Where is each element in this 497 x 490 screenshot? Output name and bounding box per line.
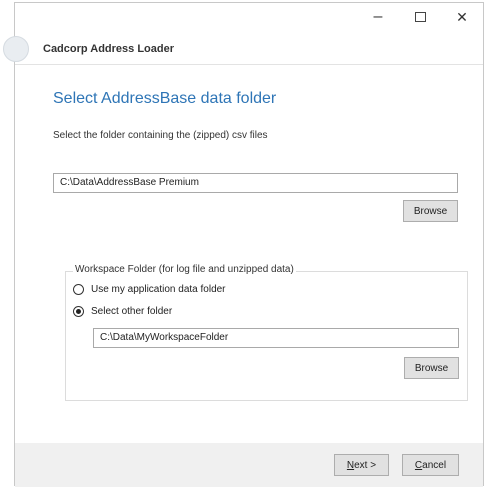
page-title: Select AddressBase data folder [53, 90, 277, 107]
dialog-window: – ✕ Cadcorp Address Loader Select Addres… [3, 2, 484, 487]
browse-data-folder-button[interactable]: Browse [403, 200, 458, 222]
app-logo-icon [3, 36, 29, 62]
cancel-mnemonic: C [414, 459, 423, 471]
radio-checked-icon [73, 306, 84, 317]
cancel-button[interactable]: Cancel [402, 454, 459, 476]
app-header: Cadcorp Address Loader [3, 36, 483, 64]
next-label: ext > [354, 459, 377, 471]
dialog-footer: Next > Cancel [15, 443, 483, 487]
browse-workspace-folder-button[interactable]: Browse [404, 357, 459, 379]
close-button[interactable]: ✕ [441, 3, 483, 31]
radio-unchecked-icon [73, 284, 84, 295]
page-subtitle: Select the folder containing the (zipped… [53, 130, 268, 141]
radio-label: Use my application data folder [91, 284, 226, 295]
radio-select-other-folder[interactable]: Select other folder [73, 306, 172, 317]
maximize-icon [414, 12, 426, 22]
workspace-folder-input[interactable]: C:\Data\MyWorkspaceFolder [93, 328, 459, 348]
radio-dot [76, 309, 81, 314]
cancel-label: ancel [422, 459, 447, 471]
app-title: Cadcorp Address Loader [43, 43, 175, 55]
workspace-group-label: Workspace Folder (for log file and unzip… [73, 264, 296, 275]
next-mnemonic: N [346, 459, 355, 471]
header-divider [15, 64, 483, 65]
radio-label: Select other folder [91, 306, 173, 317]
minimize-button[interactable]: – [357, 3, 399, 31]
maximize-button[interactable] [399, 3, 441, 31]
next-button[interactable]: Next > [334, 454, 389, 476]
title-bar-controls: – ✕ [357, 3, 483, 31]
radio-use-app-data-folder[interactable]: Use my application data folder [73, 284, 226, 295]
data-folder-input[interactable]: C:\Data\AddressBase Premium [53, 173, 458, 193]
